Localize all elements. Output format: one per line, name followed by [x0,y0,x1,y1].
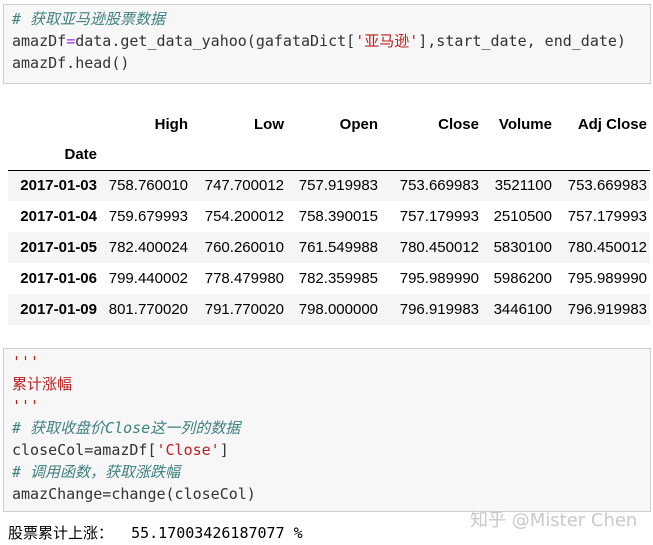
table-cell: 757.919983 [298,177,378,195]
table-cell: 753.669983 [567,177,647,195]
table-cell: 801.770020 [108,301,188,318]
table-cell: 753.669983 [399,177,479,195]
print-output: 股票累计上涨： 55.17003426187077 % [8,522,303,543]
index-name: Date [64,146,97,164]
table-cell: 782.400024 [108,239,188,256]
table-cell: 747.700012 [204,177,284,195]
code-call: data.get_data_yahoo(gafataDict[ [75,32,356,50]
code-string: '亚马逊' [355,32,419,50]
row-index-date: 2017-01-03 [20,177,97,195]
column-header: Open [339,115,378,133]
output-value: 55.17003426187077 % [131,524,303,542]
output-label: 股票累计上涨： [8,524,114,542]
code-cell-2[interactable]: ''' 累计涨幅 ''' # 获取收盘价Close这一列的数据 closeCol… [3,348,651,512]
code-comment: # 获取亚马逊股票数据 [12,10,166,28]
code-head-call: amazDf.head() [12,54,130,72]
column-header: Close [438,115,479,133]
dataframe-table: High Low Open Close Volume Adj Close Dat… [8,108,650,325]
table-cell: 799.440002 [108,270,188,287]
docstring-text: 累计涨幅 [12,375,73,393]
code-comment: # 获取收盘价Close这一列的数据 [12,419,241,437]
table-cell: 780.450012 [567,239,647,256]
table-cell: 754.200012 [204,208,284,225]
table-cell: 5986200 [493,270,552,287]
table-cell: 2510500 [493,208,552,225]
code-var: amazDf [12,32,67,50]
table-cell: 757.179993 [567,208,647,225]
table-cell: 759.679993 [108,208,188,225]
docstring-close: ''' [12,397,40,415]
column-header-row: High Low Open Close Volume Adj Close [8,108,650,140]
table-row: 2017-01-05 782.400024 760.260010 761.549988… [8,232,650,263]
table-row: 2017-01-04 759.679993 754.200012 758.390015… [8,201,650,232]
column-header: Low [254,115,284,133]
table-cell: 761.549988 [298,239,378,256]
code-string: 'Close' [156,441,220,459]
column-header: High [154,115,188,133]
table-cell: 798.000000 [298,301,378,318]
index-header-row: Date [8,140,650,170]
table-cell: 780.450012 [399,239,479,256]
table-cell: 3446100 [493,301,552,318]
table-row: 2017-01-09 801.770020 791.770020 798.000000… [8,294,650,325]
docstring-open: ''' [12,353,40,371]
table-row: 2017-01-03 758.760010 747.700012 757.919983… [8,170,650,201]
table-cell: 795.989990 [567,270,647,287]
code-line: ] [219,441,229,459]
row-index-date: 2017-01-05 [20,239,97,256]
table-cell: 760.260010 [204,239,284,256]
watermark: 知乎 @Mister Chen [470,510,638,531]
row-index-date: 2017-01-04 [20,208,97,225]
table-cell: 795.989990 [399,270,479,287]
table-row: 2017-01-06 799.440002 778.479980 782.359985… [8,263,650,294]
table-cell: 3521100 [494,177,552,195]
column-header: Volume [498,115,552,133]
code-line: amazChange=change(closeCol) [12,485,256,503]
table-cell: 796.919983 [399,301,479,318]
table-cell: 758.390015 [298,208,378,225]
row-index-date: 2017-01-09 [20,301,97,318]
table-cell: 796.919983 [567,301,647,318]
table-cell: 758.760010 [108,177,188,195]
column-header: Adj Close [577,115,647,133]
table-cell: 778.479980 [204,270,284,287]
code-operator: = [66,32,76,50]
table-cell: 5830100 [493,239,552,256]
code-line: closeCol=amazDf[ [12,441,157,459]
code-comment: # 调用函数，获取涨跌幅 [12,463,181,481]
row-index-date: 2017-01-06 [20,270,97,287]
code-call-args: ],start_date, end_date) [418,32,626,50]
code-cell-1[interactable]: # 获取亚马逊股票数据 amazDf=data.get_data_yahoo(g… [3,4,651,84]
table-cell: 791.770020 [204,301,284,318]
table-cell: 757.179993 [399,208,479,225]
dataframe-body: 2017-01-03 758.760010 747.700012 757.919983… [8,170,650,325]
corner-cell [8,108,100,140]
table-cell: 782.359985 [298,270,378,287]
dataframe-output: High Low Open Close Volume Adj Close Dat… [8,108,650,325]
